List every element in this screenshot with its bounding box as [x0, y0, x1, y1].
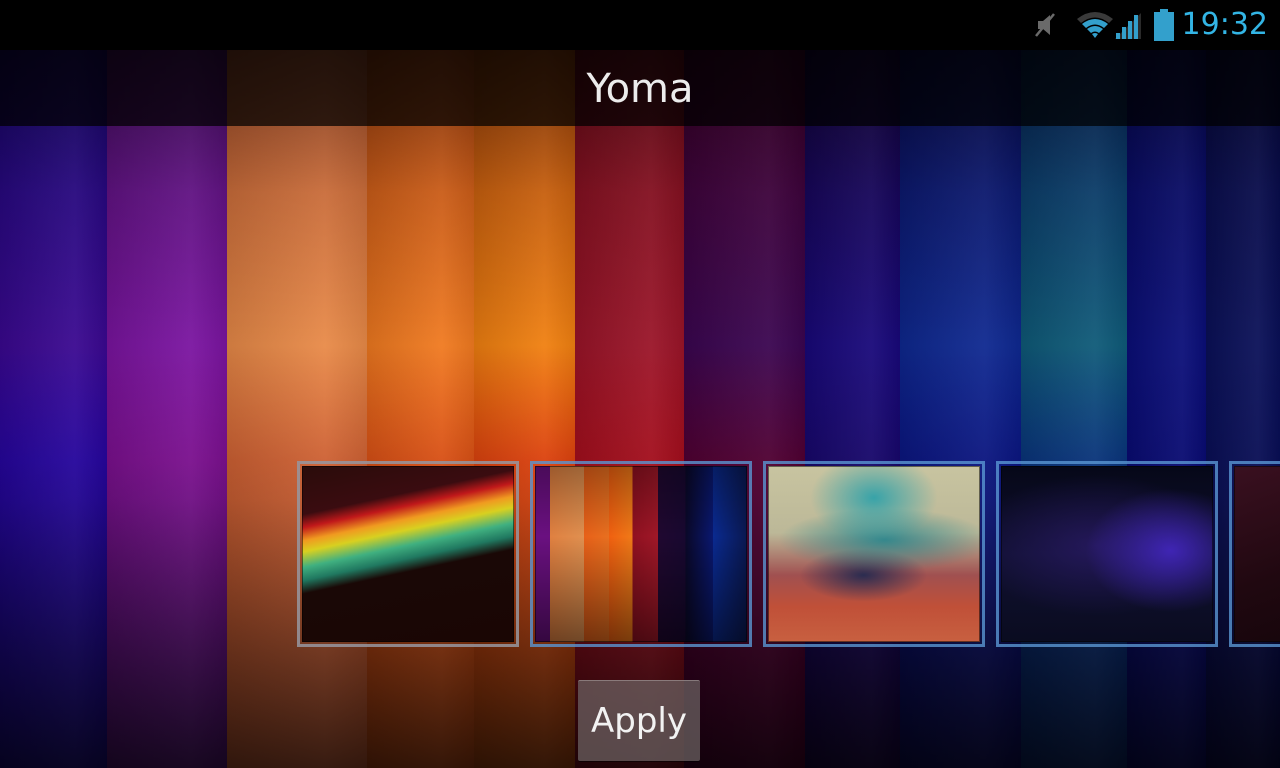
battery-icon — [1152, 0, 1176, 50]
thumbnail-image-dark-red — [1234, 466, 1280, 642]
cell-signal-icon — [1113, 0, 1143, 50]
status-bar: 19:32 — [0, 0, 1280, 50]
thumbnail-image-blur — [768, 466, 980, 642]
apply-button[interactable]: Apply — [578, 680, 700, 761]
thumbnail-image-stripes — [535, 466, 747, 642]
wallpaper-thumbnail[interactable] — [996, 461, 1218, 647]
wallpaper-thumbnail[interactable] — [530, 461, 752, 647]
wallpaper-thumbnail-strip[interactable] — [0, 461, 1280, 647]
page-title: Yoma — [586, 66, 694, 112]
wallpaper-thumbnail[interactable] — [1229, 461, 1280, 647]
wallpaper-thumbnail[interactable] — [763, 461, 985, 647]
wallpaper-thumbnail[interactable] — [297, 461, 519, 647]
thumbnail-image-rainbow — [302, 466, 514, 642]
mute-icon — [1030, 0, 1062, 50]
thumbnail-image-purple-glow — [1001, 466, 1213, 642]
action-bar: Yoma — [0, 50, 1280, 126]
wifi-icon — [1075, 0, 1115, 50]
clock: 19:32 — [1181, 7, 1268, 42]
